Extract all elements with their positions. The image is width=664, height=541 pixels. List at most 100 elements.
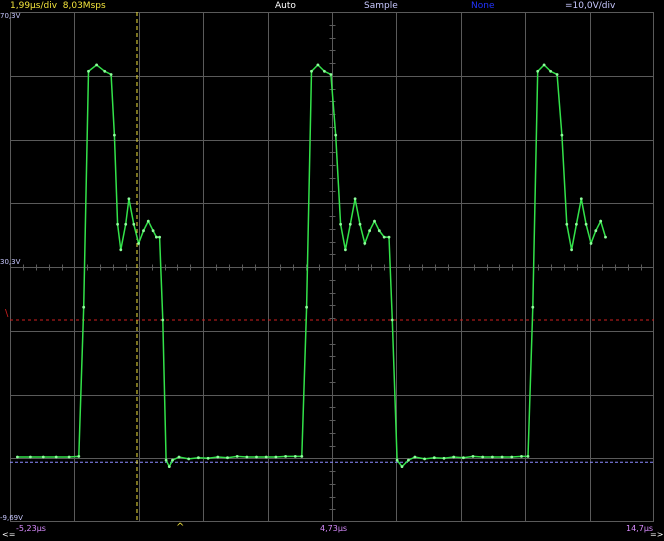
sample-point [67, 455, 71, 459]
sample-point [77, 455, 81, 458]
x-axis-center-label: 4,73µs [320, 524, 348, 533]
sample-point [407, 458, 410, 462]
sample-point [542, 63, 546, 67]
sample-point [358, 222, 362, 226]
sample-point [109, 73, 113, 76]
trigger-mode-readout[interactable]: Auto [275, 0, 296, 12]
sample-point [167, 465, 171, 468]
sample-point [526, 455, 530, 458]
volts-per-div-readout[interactable]: =10,0V/div [565, 0, 615, 12]
sample-point [395, 458, 399, 462]
sample-points [16, 63, 607, 468]
sample-point [334, 133, 338, 137]
sample-point [171, 458, 174, 462]
filter-readout[interactable]: None [471, 0, 494, 12]
sample-point [549, 69, 552, 73]
timebase-value: 1,99µs/div [10, 1, 58, 11]
sample-point [560, 133, 564, 137]
sample-point [462, 456, 465, 460]
scroll-right-icon[interactable]: => [650, 530, 663, 539]
sample-point [584, 222, 588, 226]
sample-point [531, 305, 535, 309]
timebase-readout[interactable]: 1,99µs/div 8,03Msps [10, 0, 106, 12]
sample-point [127, 197, 131, 201]
sample-point [452, 455, 456, 459]
sample-point [555, 73, 559, 76]
oscilloscope-display[interactable] [10, 12, 654, 522]
sample-point [235, 455, 239, 458]
sample-point [481, 455, 485, 459]
sample-point [575, 222, 578, 226]
sample-point [116, 222, 119, 226]
sample-point [119, 248, 123, 252]
sample-point [413, 455, 417, 459]
sample-point [293, 455, 297, 458]
sample-point [103, 69, 107, 73]
scroll-left-icon[interactable]: <= [2, 530, 15, 539]
sample-point [363, 242, 367, 245]
y-axis-mid-label: 30,3V [0, 258, 21, 266]
sample-point [137, 242, 140, 245]
sample-point [158, 235, 162, 239]
trigger-level-marker-icon[interactable]: \ [5, 308, 8, 319]
sample-point [348, 222, 352, 226]
sample-point [589, 242, 593, 245]
sample-point [491, 455, 494, 459]
sample-point [400, 465, 404, 468]
sample-point [500, 455, 504, 459]
sample-point [390, 318, 394, 322]
sample-point [284, 455, 287, 458]
signal-trace [17, 63, 607, 469]
sample-point [599, 219, 603, 223]
sample-point [216, 455, 220, 459]
sample-point [377, 229, 381, 233]
sample-point [442, 456, 446, 460]
sample-point [387, 235, 391, 239]
sample-point [113, 133, 116, 137]
sample-point [536, 69, 540, 73]
sample-point [87, 69, 90, 73]
sample-point [274, 455, 278, 459]
sample-point [344, 248, 347, 252]
sample-point [29, 455, 32, 459]
sample-point [432, 456, 436, 460]
sample-point [604, 235, 607, 239]
sample-point [305, 305, 308, 309]
acquisition-mode-readout[interactable]: Sample [364, 0, 398, 12]
sample-point [579, 197, 583, 201]
sample-point [264, 455, 268, 459]
sample-rate-value: 8,03Msps [62, 1, 106, 11]
sample-point [255, 455, 258, 459]
sample-point [124, 222, 128, 226]
sample-point [151, 229, 155, 233]
sample-point [177, 455, 181, 459]
sample-point [82, 305, 86, 309]
sample-point [323, 69, 326, 73]
sample-point [95, 63, 98, 67]
sample-point [423, 457, 426, 461]
sample-point [570, 248, 573, 252]
sample-point [197, 456, 200, 460]
sample-point [520, 455, 523, 458]
sample-point [187, 457, 191, 461]
sample-point [373, 219, 376, 223]
y-axis-top-label: 70,3V [0, 12, 21, 20]
sample-point [353, 197, 357, 201]
sample-point [510, 455, 514, 459]
sample-point [329, 73, 333, 76]
sample-point [226, 456, 229, 460]
time-axis-bar: <= -5,23µs ^ 4,73µs 14,7µs => [0, 522, 664, 541]
sample-point [316, 63, 320, 67]
sample-point [142, 229, 145, 233]
sample-point [41, 455, 45, 459]
sample-point [206, 456, 210, 460]
sample-point [16, 455, 19, 459]
trigger-position-marker-icon[interactable]: ^ [176, 522, 184, 533]
sample-point [245, 455, 249, 459]
sample-point [132, 222, 136, 226]
sample-point [339, 222, 342, 226]
sample-point [368, 229, 371, 233]
status-bar: 1,99µs/div 8,03Msps Auto Sample None =10… [0, 0, 664, 12]
sample-point [471, 455, 475, 458]
sample-point [565, 222, 569, 226]
